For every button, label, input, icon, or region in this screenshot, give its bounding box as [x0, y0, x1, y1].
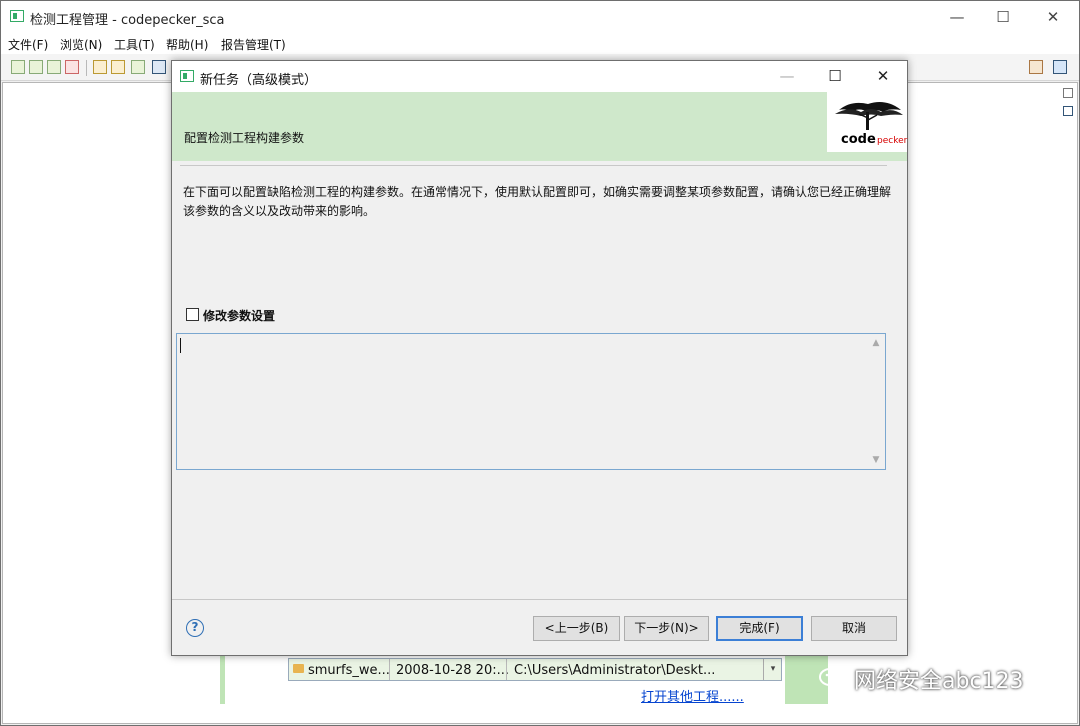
menu-report-management[interactable]: 报告管理(T) [221, 36, 286, 53]
dialog-title-bar: 新任务（高级模式） — ☐ ✕ [172, 61, 907, 92]
modify-params-label[interactable]: 修改参数设置 [203, 307, 275, 324]
watermark-text: 网络安全abc123 [854, 669, 1024, 694]
finish-button[interactable]: 完成(F) [716, 616, 803, 641]
menu-bar: 文件(F) 浏览(N) 工具(T) 帮助(H) 报告管理(T) [0, 34, 1080, 54]
column-divider [506, 659, 507, 680]
dialog-maximize-button[interactable]: ☐ [812, 61, 858, 92]
modify-params-checkbox[interactable] [186, 308, 199, 321]
back-button[interactable]: <上一步(B) [533, 616, 620, 641]
edit-icon[interactable] [47, 60, 61, 74]
codepecker-logo: code pecker [827, 92, 907, 152]
next-button[interactable]: 下一步(N)> [624, 616, 709, 641]
open-other-project-link[interactable]: 打开其他工程...... [641, 686, 744, 705]
report-icon[interactable] [131, 60, 145, 74]
new-task-icon[interactable] [29, 60, 43, 74]
cancel-button[interactable]: 取消 [811, 616, 897, 641]
banner-title: 配置检测工程构建参数 [184, 131, 305, 145]
wechat-icon [819, 668, 850, 690]
description-text: 在下面可以配置缺陷检测工程的构建参数。在通常情况下，使用默认配置即可，如确实需要… [183, 185, 892, 218]
layout-icon[interactable] [1053, 60, 1067, 74]
app-icon [10, 10, 24, 22]
export-icon[interactable] [111, 60, 125, 74]
dialog-title: 新任务（高级模式） [200, 73, 318, 88]
menu-tools[interactable]: 工具(T) [114, 36, 155, 53]
toolbar-separator [86, 60, 87, 76]
params-scrollbar[interactable]: ▲ ▼ [867, 334, 885, 469]
text-caret [180, 338, 181, 353]
scroll-down-icon[interactable]: ▼ [867, 451, 885, 469]
menu-help[interactable]: 帮助(H) [166, 36, 208, 53]
perspective-icon[interactable] [1029, 60, 1043, 74]
tree-icon [835, 102, 903, 130]
params-textarea[interactable]: ▲ ▼ [176, 333, 886, 470]
calendar-icon[interactable] [65, 60, 79, 74]
folder-icon [293, 664, 304, 673]
new-task-dialog: 新任务（高级模式） — ☐ ✕ 配置检测工程构建参数 code pecker 在… [171, 60, 908, 656]
help-icon[interactable]: ? [186, 619, 204, 637]
scroll-up-icon[interactable]: ▲ [867, 334, 885, 352]
logo-text: code [841, 132, 876, 147]
dialog-app-icon [180, 70, 194, 82]
project-name-cell: smurfs_we... [308, 663, 390, 678]
restore-view-icon[interactable] [1063, 88, 1073, 98]
project-path-cell: C:\Users\Administrator\Deskt... [514, 663, 716, 678]
main-window-title: 检测工程管理 - codepecker_sca [30, 13, 225, 28]
dialog-minimize-button[interactable]: — [764, 61, 810, 92]
dialog-close-button[interactable]: ✕ [860, 61, 906, 92]
column-divider [389, 659, 390, 680]
logo-subtext: pecker [877, 136, 908, 146]
chevron-down-icon[interactable]: ▾ [763, 659, 782, 680]
import-icon[interactable] [93, 60, 107, 74]
maximize-button[interactable]: ☐ [980, 0, 1026, 34]
close-button[interactable]: ✕ [1030, 0, 1076, 34]
banner-divider [180, 165, 887, 166]
new-project-icon[interactable] [11, 60, 25, 74]
dialog-banner: 配置检测工程构建参数 code pecker [172, 92, 907, 161]
main-title-bar: 检测工程管理 - codepecker_sca — ☐ ✕ [0, 0, 1080, 34]
panel-icon[interactable] [1063, 106, 1073, 116]
footer-divider [172, 599, 907, 600]
minimize-button[interactable]: — [934, 0, 980, 34]
project-date-cell: 2008-10-28 20:... [396, 663, 510, 678]
menu-browse[interactable]: 浏览(N) [60, 36, 102, 53]
menu-file[interactable]: 文件(F) [8, 36, 48, 53]
monitor-icon[interactable] [152, 60, 166, 74]
